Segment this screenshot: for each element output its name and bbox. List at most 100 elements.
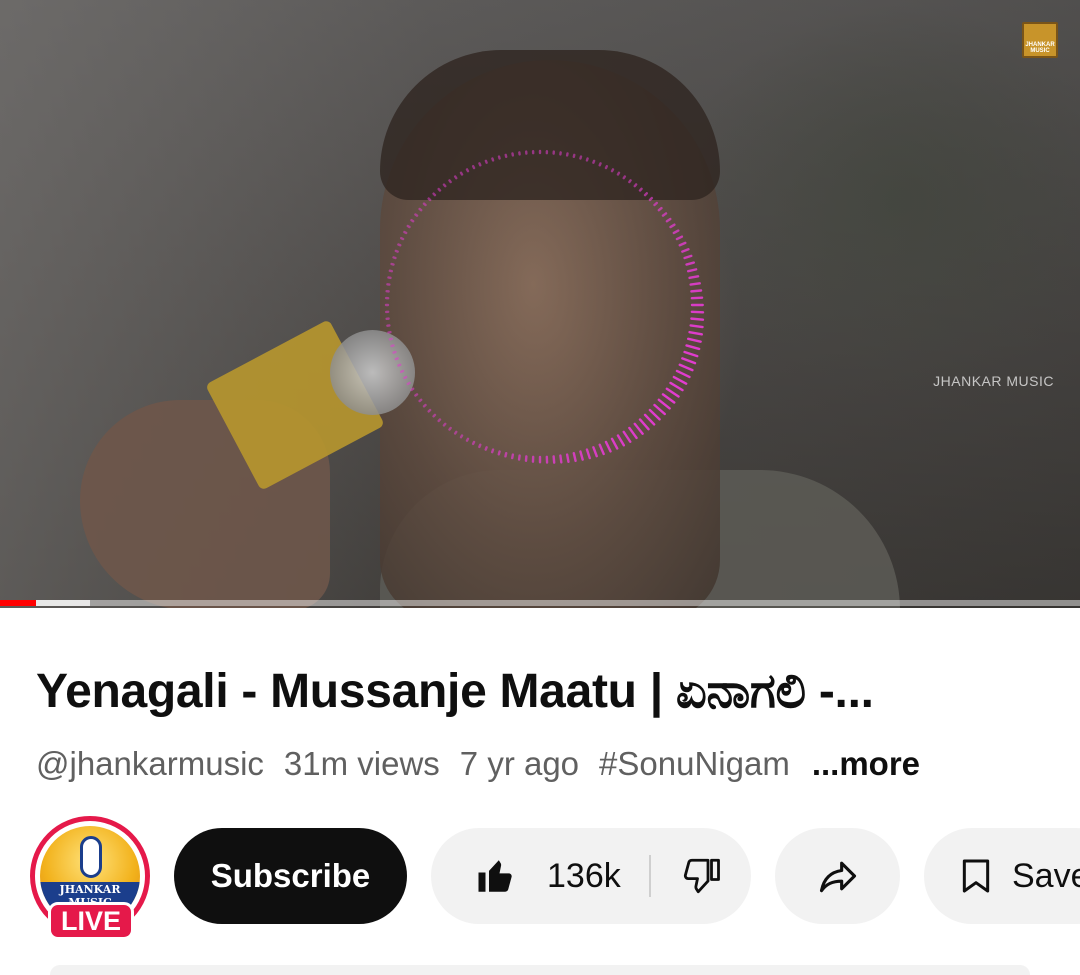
visualizer-bar [612,439,617,449]
video-progress-bar[interactable] [0,600,1080,606]
dislike-button[interactable] [651,828,751,924]
visualizer-bar [677,237,682,239]
visualizer-bar [411,220,413,221]
visualizer-bar [650,410,660,419]
visualizer-bar [429,410,430,411]
visualizer-bar [574,453,576,461]
visualizer-bar [473,442,474,444]
visualizer-bar [396,358,398,359]
visualizer-bar [404,377,406,378]
visualizer-bar [654,203,656,205]
visualizer-bar [624,432,631,442]
visualizer-bar [600,163,601,165]
visualizer-bar [677,371,690,377]
like-count: 136k [547,857,621,896]
video-metadata-row[interactable]: @jhankarmusic 31m views 7 yr ago #SonuNi… [36,744,920,784]
visualizer-bar [680,365,693,370]
visualizer-bar [593,447,596,456]
visualizer-bar [394,257,396,258]
visualizer-bar [439,419,440,421]
visualizer-bar [404,232,406,233]
visualizer-bar [606,442,611,451]
visualizer-bar [424,405,426,406]
visualizer-bar [492,159,493,161]
visualizer-bar [398,365,400,366]
visualizer-bar [394,352,396,353]
visualizer-bar [444,424,445,426]
visualizer-bar [687,263,694,265]
visualizer-bar [567,455,568,462]
visualizer-bar [473,166,474,168]
like-dislike-group: 136k [431,828,751,924]
visualizer-bar [654,405,664,414]
like-button[interactable]: 136k [431,828,649,924]
visualizer-bar [420,209,422,210]
visualizer-bar [600,445,604,454]
visualizer-bar [505,453,506,456]
visualizer-bar [670,383,682,390]
visualizer-bar [415,394,417,395]
live-badge: LIVE [48,902,134,940]
visualizer-bar [691,319,703,320]
jhankar-logo-icon [80,836,102,878]
visualizer-bar [612,169,613,171]
thumbs-up-icon [475,855,517,897]
progress-played [0,600,36,606]
visualizer-bar [396,251,398,252]
visualizer-bar [691,291,701,292]
visualizer-bar [560,456,561,463]
visualizer-bar [408,226,410,227]
visualizer-bar [593,161,594,163]
hashtag-link[interactable]: #SonuNigam [599,745,790,783]
video-title[interactable]: Yenagali - Mussanje Maatu | ಏನಾಗಲಿ -... [36,664,1046,720]
visualizer-bar [486,161,487,163]
visualizer-bar [408,383,410,384]
visualizer-bar [444,185,445,187]
visualizer-bar [685,256,692,258]
visualizer-bar [479,445,480,447]
visualizer-bar [461,435,462,437]
visualizer-bar [554,456,555,462]
visualizer-bar [401,371,403,372]
channel-handle[interactable]: @jhankarmusic [36,745,264,783]
visualizer-bar [640,189,642,191]
save-button[interactable]: Save [924,828,1080,924]
visualizer-bar [392,264,394,265]
thumbs-down-icon [680,855,722,897]
share-arrow-icon [816,854,860,898]
visualizer-bar [635,424,643,434]
view-count: 31m views [284,745,440,783]
visualizer-bar [687,345,700,348]
visualizer-bar [674,377,686,384]
next-section-card-edge [50,965,1030,975]
upload-age: 7 yr ago [460,745,579,783]
channel-avatar[interactable]: JHANKAR MUSIC LIVE [30,816,150,936]
visualizer-bar [645,415,654,425]
visualizer-bar [434,194,435,195]
visualizer-bar [667,219,670,221]
visualizer-bar [461,173,462,175]
visualizer-bar [650,198,652,200]
visualizer-bar [691,325,703,327]
visualizer-bar [479,163,480,165]
visualizer-bar [411,389,413,390]
visualizer-bar [606,166,607,168]
visualizer-bar [645,193,647,195]
audio-visualizer-ring [0,0,1080,608]
subscribe-button[interactable]: Subscribe [174,828,407,924]
visualizer-bar [674,231,678,233]
visualizer-bar [449,428,450,430]
visualizer-bar [424,204,426,205]
visualizer-bar [688,269,696,271]
visualizer-bar [492,450,493,453]
visualizer-bar [439,189,440,191]
video-player[interactable]: JHANKAR MUSIC JHANKAR MUSIC [0,0,1080,608]
visualizer-bar [434,415,435,416]
visualizer-bar [618,435,624,445]
visualizer-bar [580,452,582,460]
share-button[interactable] [775,828,900,924]
visualizer-bar [685,352,698,356]
visualizer-bar [691,283,700,284]
more-description-button[interactable]: ...more [812,745,920,783]
visualizer-bar [635,184,636,186]
